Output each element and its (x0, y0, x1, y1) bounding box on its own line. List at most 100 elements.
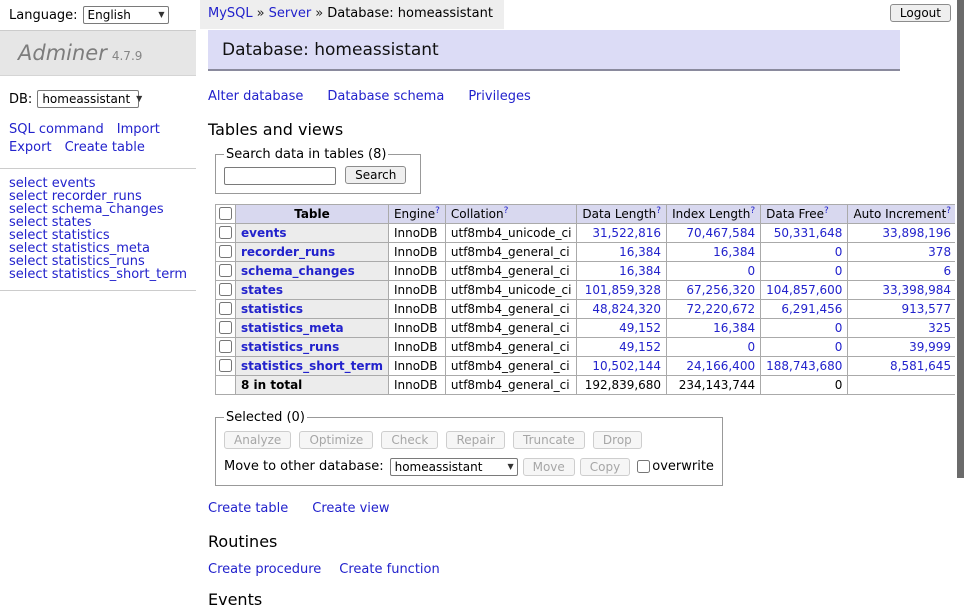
create-procedure-link[interactable]: Create procedure (208, 562, 321, 577)
logout-button[interactable]: Logout (890, 4, 951, 22)
row-select-checkbox[interactable] (219, 302, 232, 315)
data-free-link[interactable]: 188,743,680 (766, 359, 842, 373)
alter-database-link[interactable]: Alter database (208, 89, 303, 104)
optimize-button[interactable]: Optimize (299, 431, 373, 449)
create-links: Create table Create view (208, 501, 900, 516)
row-select-cell (216, 318, 236, 337)
breadcrumb-server-link[interactable]: Server (269, 6, 312, 21)
index-length-link[interactable]: 0 (747, 340, 755, 354)
db-select[interactable]: homeassistant▼ (37, 90, 139, 108)
help-link[interactable]: ? (824, 206, 829, 216)
select-all-checkbox[interactable] (219, 207, 232, 220)
auto-increment-link[interactable]: 6 (943, 264, 951, 278)
auto-increment-link[interactable]: 913,577 (901, 302, 951, 316)
data-free-link[interactable]: 6,291,456 (781, 302, 842, 316)
table-name-link[interactable]: statistics (241, 302, 303, 316)
index-length-link[interactable]: 70,467,584 (686, 226, 755, 240)
index-length-link[interactable]: 16,384 (713, 245, 755, 259)
move-db-select[interactable]: homeassistant▼ (390, 458, 518, 476)
create-table-link-main[interactable]: Create table (208, 501, 288, 516)
copy-button[interactable]: Copy (580, 458, 630, 476)
data-length-link[interactable]: 48,824,320 (592, 302, 661, 316)
check-button[interactable]: Check (381, 431, 438, 449)
data-length-link[interactable]: 10,502,144 (592, 359, 661, 373)
table-name-cell: schema_changes (236, 261, 389, 280)
help-link[interactable]: ? (750, 206, 755, 216)
auto-increment-link[interactable]: 39,999 (909, 340, 951, 354)
data-free-link[interactable]: 50,331,648 (774, 226, 843, 240)
table-name-cell: events (236, 223, 389, 242)
help-link[interactable]: ? (656, 206, 661, 216)
language-select[interactable]: English▼ (83, 6, 169, 24)
analyze-button[interactable]: Analyze (224, 431, 291, 449)
table-name-link[interactable]: statistics_runs (241, 340, 339, 354)
data-length-link[interactable]: 49,152 (619, 321, 661, 335)
data-free-cell: 0 (761, 337, 848, 356)
create-view-link[interactable]: Create view (312, 501, 389, 516)
row-select-checkbox[interactable] (219, 264, 232, 277)
move-db-select-value: homeassistant (395, 460, 483, 474)
table-name-cell: statistics (236, 299, 389, 318)
index-length-link[interactable]: 72,220,672 (686, 302, 755, 316)
data-length-link[interactable]: 16,384 (619, 264, 661, 278)
language-row: Language:English▼ (0, 0, 196, 30)
row-select-checkbox[interactable] (219, 340, 232, 353)
auto-increment-link[interactable]: 8,581,645 (890, 359, 951, 373)
table-row: statistics_short_termInnoDButf8mb4_gener… (216, 356, 966, 375)
table-name-link[interactable]: statistics_meta (241, 321, 344, 335)
search-button[interactable]: Search (345, 166, 406, 184)
import-link[interactable]: Import (117, 122, 160, 137)
index-length-link[interactable]: 24,166,400 (686, 359, 755, 373)
export-link[interactable]: Export (9, 140, 52, 155)
data-length-link[interactable]: 49,152 (619, 340, 661, 354)
row-select-checkbox[interactable] (219, 321, 232, 334)
table-name-link[interactable]: schema_changes (241, 264, 355, 278)
totals-collation: utf8mb4_general_ci (445, 375, 577, 394)
row-select-checkbox[interactable] (219, 245, 232, 258)
database-schema-link[interactable]: Database schema (327, 89, 444, 104)
sql-command-link[interactable]: SQL command (9, 122, 104, 137)
move-button[interactable]: Move (523, 458, 575, 476)
data-free-link[interactable]: 104,857,600 (766, 283, 842, 297)
search-input[interactable] (224, 167, 336, 185)
overwrite-checkbox[interactable] (637, 460, 650, 473)
table-name-link[interactable]: states (241, 283, 283, 297)
index-length-link[interactable]: 16,384 (713, 321, 755, 335)
truncate-button[interactable]: Truncate (513, 431, 585, 449)
table-name-link[interactable]: events (241, 226, 287, 240)
row-select-checkbox[interactable] (219, 359, 232, 372)
data-free-link[interactable]: 0 (835, 321, 843, 335)
help-link[interactable]: ? (435, 206, 440, 216)
select-all-cell (216, 204, 236, 223)
index-length-link[interactable]: 67,256,320 (686, 283, 755, 297)
data-free-link[interactable]: 0 (835, 340, 843, 354)
row-select-checkbox[interactable] (219, 226, 232, 239)
sidebar-select-statistics-short-term[interactable]: select statistics_short_term (9, 267, 187, 282)
privileges-link[interactable]: Privileges (468, 89, 531, 104)
data-length-cell: 31,522,816 (577, 223, 667, 242)
engine-cell: InnoDB (388, 223, 445, 242)
help-link[interactable]: ? (946, 206, 951, 216)
table-name-link[interactable]: recorder_runs (241, 245, 335, 259)
engine-cell: InnoDB (388, 261, 445, 280)
auto-increment-link[interactable]: 378 (928, 245, 951, 259)
auto-increment-link[interactable]: 33,398,984 (882, 283, 951, 297)
data-free-link[interactable]: 0 (835, 264, 843, 278)
help-link[interactable]: ? (504, 206, 509, 216)
data-length-link[interactable]: 101,859,328 (585, 283, 661, 297)
breadcrumb-mysql-link[interactable]: MySQL (208, 6, 253, 21)
data-free-link[interactable]: 0 (835, 245, 843, 259)
data-length-link[interactable]: 16,384 (619, 245, 661, 259)
drop-button[interactable]: Drop (593, 431, 642, 449)
auto-increment-link[interactable]: 33,898,196 (882, 226, 951, 240)
repair-button[interactable]: Repair (446, 431, 504, 449)
create-function-link[interactable]: Create function (339, 562, 439, 577)
create-table-link[interactable]: Create table (65, 140, 145, 155)
move-label: Move to other database: (224, 459, 384, 474)
row-select-checkbox[interactable] (219, 283, 232, 296)
index-length-link[interactable]: 0 (747, 264, 755, 278)
data-length-link[interactable]: 31,522,816 (592, 226, 661, 240)
scrollbar-thumb[interactable] (957, 0, 964, 478)
auto-increment-link[interactable]: 325 (928, 321, 951, 335)
table-name-link[interactable]: statistics_short_term (241, 359, 383, 373)
